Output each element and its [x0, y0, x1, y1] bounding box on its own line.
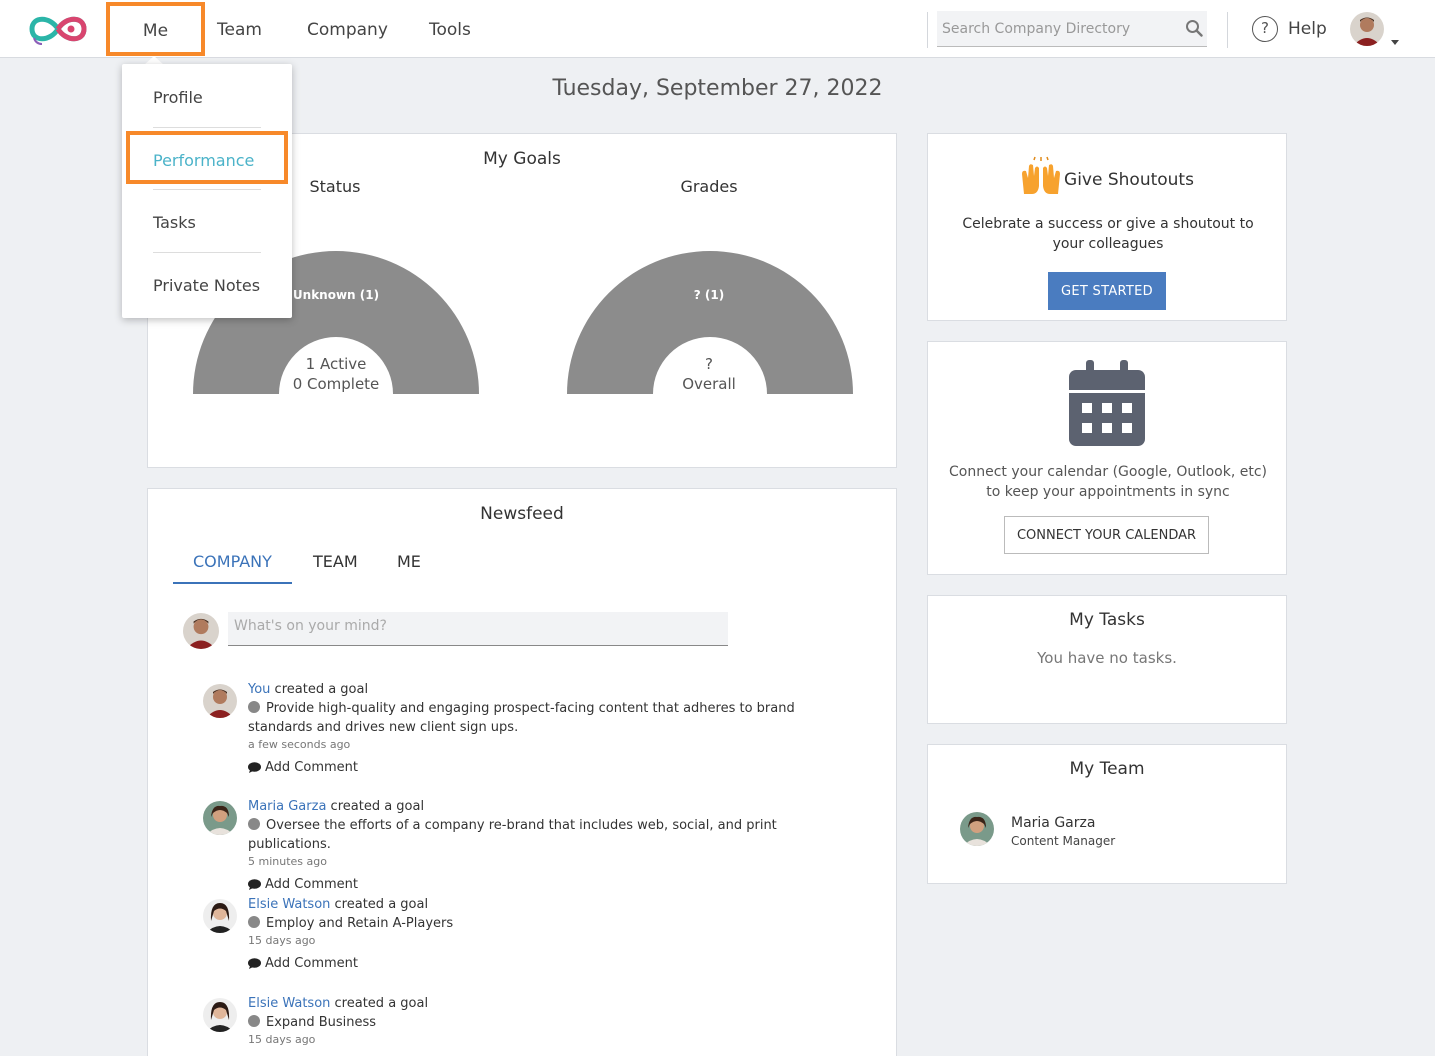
feed-actor-link[interactable]: Maria Garza	[248, 799, 326, 814]
grades-title: Grades	[680, 177, 738, 196]
menu-item-private-notes[interactable]: Private Notes	[153, 276, 260, 295]
avatar[interactable]	[203, 684, 237, 718]
grades-overall-label: Overall	[682, 375, 736, 393]
feed-goal-text[interactable]: Oversee the efforts of a company re-bran…	[248, 818, 777, 852]
menu-divider	[153, 127, 261, 128]
nav-divider	[927, 12, 928, 48]
tasks-empty-message: You have no tasks.	[1037, 649, 1177, 667]
help-label: Help	[1288, 19, 1327, 39]
user-avatar[interactable]	[1350, 12, 1384, 46]
feed-timestamp: a few seconds ago	[248, 738, 351, 751]
calendar-icon	[1069, 360, 1145, 446]
add-comment-button[interactable]: Add Comment	[248, 954, 838, 973]
nav-team[interactable]: Team	[217, 0, 262, 58]
help-icon: ?	[1252, 16, 1278, 42]
feed-timestamp: 5 minutes ago	[248, 855, 327, 868]
grades-overall-value: ?	[705, 355, 713, 373]
nav-me[interactable]: Me	[106, 2, 205, 56]
feed-action: created a goal	[270, 682, 369, 697]
tasks-title: My Tasks	[1069, 610, 1145, 630]
tab-team[interactable]: TEAM	[313, 552, 358, 571]
search-box	[937, 11, 1207, 47]
nav-tools[interactable]: Tools	[429, 0, 471, 58]
calendar-card: Connect your calendar (Google, Outlook, …	[927, 341, 1287, 575]
feed-goal-text[interactable]: Expand Business	[266, 1015, 376, 1030]
avatar[interactable]	[203, 998, 237, 1032]
shoutouts-card: Give Shoutouts Celebrate a success or gi…	[927, 133, 1287, 321]
add-comment-button[interactable]: Add Comment	[248, 875, 838, 894]
search-input[interactable]	[937, 11, 1177, 47]
feed-actor-link[interactable]: You	[248, 682, 270, 697]
raised-hands-icon	[1022, 156, 1061, 194]
tab-me[interactable]: ME	[397, 552, 421, 571]
team-title: My Team	[1069, 759, 1145, 779]
avatar[interactable]	[203, 899, 237, 933]
company-logo[interactable]	[26, 10, 90, 48]
search-icon[interactable]	[1185, 19, 1203, 37]
newsfeed-title: Newsfeed	[480, 504, 564, 524]
grades-segment-label: ? (1)	[693, 288, 725, 302]
feed-goal-text[interactable]: Employ and Retain A-Players	[266, 916, 453, 931]
menu-divider	[153, 252, 261, 253]
menu-item-tasks[interactable]: Tasks	[153, 213, 196, 232]
nav-divider	[1227, 12, 1228, 48]
status-active-count: 1 Active	[305, 355, 367, 373]
comment-icon	[248, 762, 261, 773]
my-tasks-card: My Tasks You have no tasks.	[927, 595, 1287, 724]
get-started-button[interactable]: GET STARTED	[1048, 272, 1166, 310]
comment-icon	[248, 879, 261, 890]
feed-timestamp: 15 days ago	[248, 934, 316, 947]
add-comment-label: Add Comment	[265, 760, 358, 775]
shoutouts-description: Celebrate a success or give a shoutout t…	[962, 216, 1254, 252]
calendar-description: Connect your calendar (Google, Outlook, …	[949, 464, 1267, 500]
connect-calendar-button[interactable]: CONNECT YOUR CALENDAR	[1004, 516, 1209, 554]
team-member-role: Content Manager	[1011, 834, 1116, 848]
help-link[interactable]: ? Help	[1252, 16, 1327, 42]
add-comment-label: Add Comment	[265, 877, 358, 892]
comment-icon	[248, 958, 261, 969]
post-input[interactable]	[228, 612, 728, 646]
status-center: 1 Active 0 Complete	[256, 354, 416, 394]
avatar[interactable]	[960, 812, 994, 846]
tab-company[interactable]: COMPANY	[193, 552, 272, 571]
menu-item-profile[interactable]: Profile	[153, 88, 203, 107]
chevron-down-icon[interactable]	[1391, 40, 1399, 45]
add-comment-button[interactable]: Add Comment	[248, 758, 838, 777]
feed-actor-link[interactable]: Elsie Watson	[248, 996, 330, 1011]
nav-company[interactable]: Company	[307, 0, 388, 58]
goal-status-dot	[248, 818, 260, 830]
active-tab-indicator	[173, 582, 292, 584]
feed-action: created a goal	[330, 996, 429, 1011]
menu-divider	[153, 189, 261, 190]
team-member-name[interactable]: Maria Garza	[1011, 815, 1095, 831]
feed-timestamp: 15 days ago	[248, 1033, 316, 1046]
feed-goal-text[interactable]: Provide high-quality and engaging prospe…	[248, 701, 795, 735]
add-comment-label: Add Comment	[265, 956, 358, 971]
top-navbar: Me Team Company Tools ? Help	[0, 0, 1435, 58]
performance-highlight	[126, 131, 288, 184]
avatar	[183, 613, 219, 649]
status-complete-count: 0 Complete	[292, 375, 380, 393]
feed-action: created a goal	[326, 799, 425, 814]
goal-status-dot	[248, 701, 260, 713]
newsfeed-card: Newsfeed COMPANY TEAM ME You created a g…	[147, 488, 897, 1056]
my-team-card: My Team Maria Garza Content Manager	[927, 744, 1287, 884]
grades-center: ? Overall	[629, 354, 789, 394]
me-dropdown-menu: Profile Performance Tasks Private Notes	[122, 64, 292, 318]
feed-action: created a goal	[330, 897, 429, 912]
shoutouts-title: Give Shoutouts	[1064, 170, 1194, 190]
goal-status-dot	[248, 1015, 260, 1027]
avatar[interactable]	[203, 801, 237, 835]
feed-actor-link[interactable]: Elsie Watson	[248, 897, 330, 912]
goal-status-dot	[248, 916, 260, 928]
